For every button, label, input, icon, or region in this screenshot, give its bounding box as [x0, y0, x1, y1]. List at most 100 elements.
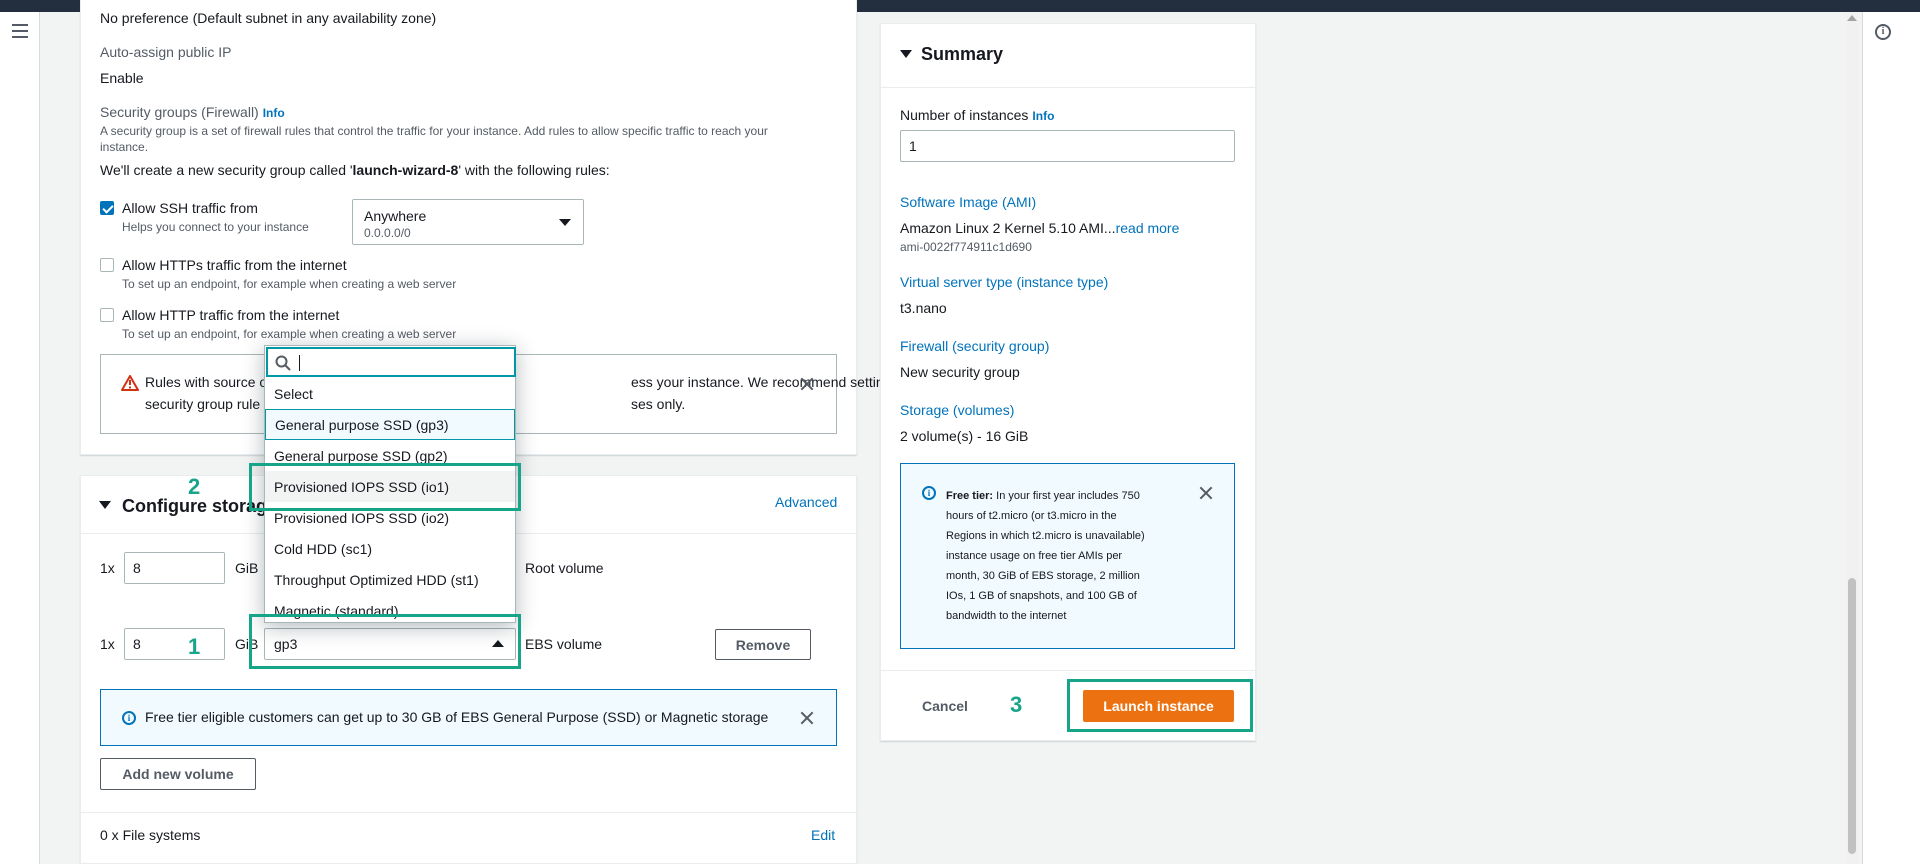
dropdown-option-sc1[interactable]: Cold HDD (sc1) — [265, 533, 515, 564]
http-label: Allow HTTP traffic from the internet — [122, 307, 340, 323]
free-tier-storage-msg: Free tier eligible customers can get up … — [145, 709, 769, 725]
ssh-checkbox[interactable] — [100, 201, 114, 215]
left-rail — [0, 12, 40, 864]
annotation-box-1 — [249, 614, 521, 669]
free-tier-title: Free tier: — [946, 490, 994, 502]
close-icon[interactable] — [1199, 486, 1213, 500]
http-checkbox[interactable] — [100, 308, 114, 322]
sg-description: A security group is a set of firewall ru… — [100, 124, 768, 138]
warning-icon — [121, 375, 139, 391]
sg-description-cont: instance. — [100, 140, 149, 154]
ami-value-text: Amazon Linux 2 Kernel 5.10 AMI... — [900, 220, 1116, 236]
instance-type-link[interactable]: Virtual server type (instance type) — [900, 274, 1108, 290]
scroll-up-arrow-icon[interactable] — [1847, 15, 1857, 21]
close-icon[interactable] — [800, 377, 814, 391]
num-instances-input[interactable]: 1 — [900, 130, 1235, 162]
https-checkbox[interactable] — [100, 258, 114, 272]
security-groups-label-text: Security groups (Firewall) — [100, 104, 259, 120]
info-icon[interactable]: i — [1875, 24, 1891, 40]
ssh-source-value: Anywhere — [364, 208, 427, 224]
firewall-link[interactable]: Firewall (security group) — [900, 338, 1049, 354]
file-systems-edit-link[interactable]: Edit — [811, 827, 835, 843]
free-tier-line-1: hours of t2.micro (or t3.micro in the — [946, 510, 1117, 522]
expand-caret-icon[interactable] — [99, 501, 111, 509]
search-icon — [275, 355, 291, 371]
warning-line2a: security group rule — [145, 396, 261, 412]
annotation-box-2 — [249, 463, 521, 511]
ssh-label: Allow SSH traffic from — [122, 200, 258, 216]
chevron-down-icon — [559, 219, 571, 226]
file-systems-label: 0 x File systems — [100, 827, 201, 843]
ssh-source-select[interactable]: Anywhere 0.0.0.0/0 — [352, 199, 584, 245]
auto-ip-value: Enable — [100, 70, 144, 86]
http-desc: To set up an endpoint, for example when … — [122, 327, 457, 341]
sg-name: launch-wizard-8 — [352, 162, 459, 178]
free-tier-storage-alert: i Free tier eligible customers can get u… — [100, 689, 837, 746]
sg-create-notice: We'll create a new security group called… — [100, 162, 610, 178]
ebs-count: 1x — [100, 636, 115, 652]
annotation-number-1: 1 — [188, 634, 201, 659]
sg-create-post: ' with the following rules: — [458, 162, 610, 178]
warning-line2b: ses only. — [631, 396, 686, 412]
ebs-size-input[interactable]: 8 — [124, 628, 225, 660]
dropdown-option-gp3[interactable]: General purpose SSD (gp3) — [265, 409, 515, 440]
free-tier-line-0-text: In your first year includes 750 — [996, 490, 1140, 502]
dropdown-option-st1[interactable]: Throughput Optimized HDD (st1) — [265, 564, 515, 595]
root-volume-label: Root volume — [525, 560, 604, 576]
info-circle-icon: i — [922, 486, 936, 500]
text-cursor — [299, 355, 300, 371]
info-circle-icon: i — [122, 711, 136, 725]
ami-link[interactable]: Software Image (AMI) — [900, 194, 1036, 210]
free-tier-line-0: Free tier: In your first year includes 7… — [946, 490, 1140, 502]
file-systems-divider — [81, 812, 856, 813]
warning-line1b: ess your instance. We recommend setting — [631, 374, 892, 390]
close-icon[interactable] — [800, 711, 814, 725]
warning-line1a: Rules with source o — [145, 374, 268, 390]
free-tier-line-2: Regions in which t2.micro is unavailable… — [946, 530, 1145, 542]
summary-title: Summary — [921, 44, 1004, 64]
storage-link[interactable]: Storage (volumes) — [900, 402, 1014, 418]
instance-type-value: t3.nano — [900, 300, 947, 316]
subnet-value: No preference (Default subnet in any ava… — [100, 10, 437, 26]
root-size-input[interactable]: 8 — [124, 552, 225, 584]
ebs-volume-label: EBS volume — [525, 636, 603, 652]
annotation-number-2: 2 — [188, 474, 201, 499]
annotation-box-3 — [1067, 679, 1253, 732]
free-tier-line-3: instance usage on free tier AMIs per — [946, 550, 1123, 562]
annotation-number-3: 3 — [1010, 692, 1023, 717]
ami-value: Amazon Linux 2 Kernel 5.10 AMI...read mo… — [900, 220, 1179, 236]
num-instances-info-link[interactable]: Info — [1032, 109, 1054, 123]
right-rail: i — [1862, 12, 1920, 864]
free-tier-summary-alert: i Free tier: In your first year includes… — [900, 463, 1235, 649]
free-tier-line-6: bandwidth to the internet — [946, 610, 1067, 622]
root-unit: GiB — [235, 560, 259, 576]
free-tier-line-5: IOs, 1 GB of snapshots, and 100 GB of — [946, 590, 1137, 602]
summary-footer-divider — [881, 670, 1255, 671]
storage-value: 2 volume(s) - 16 GiB — [900, 428, 1029, 444]
security-groups-label: Security groups (Firewall) Info — [100, 104, 285, 120]
num-instances-label: Number of instances Info — [900, 107, 1054, 123]
ami-id: ami-0022f774911c1d690 — [900, 240, 1032, 254]
scrollbar-thumb[interactable] — [1848, 578, 1856, 854]
cancel-button[interactable]: Cancel — [922, 698, 968, 714]
sg-create-pre: We'll create a new security group called… — [100, 162, 353, 178]
firewall-value: New security group — [900, 364, 1020, 380]
auto-ip-label: Auto-assign public IP — [100, 44, 232, 60]
sg-info-link[interactable]: Info — [263, 106, 285, 120]
root-count: 1x — [100, 560, 115, 576]
advanced-link[interactable]: Advanced — [775, 494, 837, 510]
https-desc: To set up an endpoint, for example when … — [122, 277, 457, 291]
summary-caret-icon[interactable] — [900, 50, 912, 58]
remove-button[interactable]: Remove — [715, 629, 811, 660]
menu-icon[interactable] — [12, 24, 28, 38]
ssh-source-sub: 0.0.0.0/0 — [364, 226, 411, 240]
num-instances-label-text: Number of instances — [900, 107, 1029, 123]
dropdown-search-input[interactable] — [266, 347, 516, 377]
dropdown-option-select[interactable]: Select — [265, 378, 515, 409]
summary-header-divider — [881, 87, 1255, 88]
add-new-volume-button[interactable]: Add new volume — [100, 758, 256, 790]
ssh-desc: Helps you connect to your instance — [122, 220, 309, 234]
free-tier-line-4: month, 30 GiB of EBS storage, 2 million — [946, 570, 1140, 582]
ami-read-more-link[interactable]: read more — [1116, 220, 1180, 236]
https-label: Allow HTTPs traffic from the internet — [122, 257, 347, 273]
